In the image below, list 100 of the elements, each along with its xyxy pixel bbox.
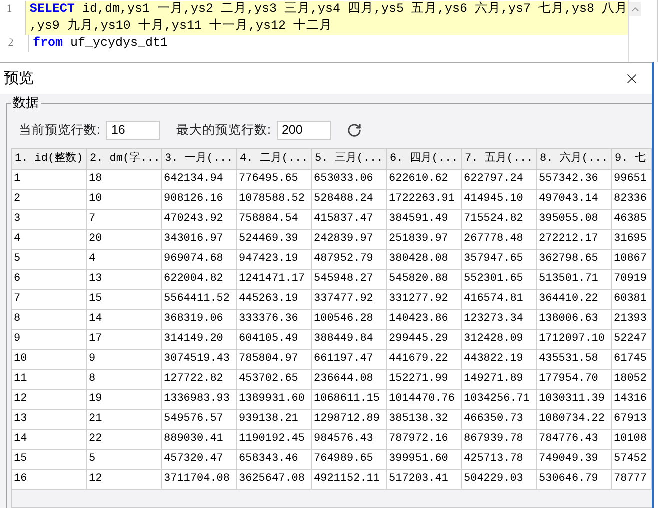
table-cell: 100546.28 (312, 310, 387, 330)
table-cell: 399951.60 (387, 450, 462, 470)
table-cell: 22 (87, 430, 162, 450)
table-cell: 453702.65 (237, 370, 312, 390)
table-cell: 14 (87, 310, 162, 330)
table-cell: 1034256.71 (462, 390, 537, 410)
table-cell: 1068611.15 (312, 390, 387, 410)
table-cell: 5564411.52 (162, 290, 237, 310)
table-cell: 661197.47 (312, 350, 387, 370)
line-number: 2 (0, 35, 29, 52)
table-cell: 20 (87, 230, 162, 250)
table-cell: 380428.08 (387, 250, 462, 270)
table-cell: 314149.20 (162, 330, 237, 350)
refresh-icon[interactable] (346, 122, 362, 138)
table-cell: 1014470.76 (387, 390, 462, 410)
table-cell: 715524.82 (462, 210, 537, 230)
table-cell: 435531.58 (537, 350, 612, 370)
field-label: 最大的预览行数: (176, 122, 271, 138)
table-cell: 362798.65 (537, 250, 612, 270)
code-line: from uf_ycydys_dt1 (32, 35, 170, 52)
table-cell: 4 (87, 250, 162, 270)
table-cell: 414945.10 (462, 190, 537, 210)
table-cell: 388449.84 (312, 330, 387, 350)
column-header[interactable]: 3. 一月(... (162, 149, 237, 170)
column-header[interactable]: 8. 六月(... (537, 149, 612, 170)
table-cell: 487952.79 (312, 250, 387, 270)
table-cell: 784776.43 (537, 430, 612, 450)
table-cell: 3625647.08 (237, 470, 312, 490)
table-cell: 5 (87, 450, 162, 470)
table-cell: 545948.27 (312, 270, 387, 290)
table-cell: 272212.17 (537, 230, 612, 250)
table-cell: 127722.82 (162, 370, 237, 390)
table-cell: 357947.65 (462, 250, 537, 270)
table-cell: 12 (87, 470, 162, 490)
table-cell: 82336 (612, 190, 652, 210)
column-header[interactable]: 6. 四月(... (387, 149, 462, 170)
table-cell: 14 (12, 430, 87, 450)
table-cell: 787972.16 (387, 430, 462, 450)
table-cell: 15 (87, 290, 162, 310)
table-cell: 524469.39 (237, 230, 312, 250)
table-cell: 18052 (612, 370, 652, 390)
table-cell: 557342.36 (537, 170, 612, 190)
table-cell: 5 (12, 250, 87, 270)
table-cell: 16 (12, 470, 87, 490)
table-cell: 1712097.10 (537, 330, 612, 350)
table-cell: 947423.19 (237, 250, 312, 270)
table-cell: 10108 (612, 430, 652, 450)
table-cell: 443822.19 (462, 350, 537, 370)
column-header[interactable]: 2. dm(字... (87, 149, 162, 170)
table-cell: 140423.86 (387, 310, 462, 330)
table-cell: 749049.39 (537, 450, 612, 470)
table-cell: 969074.68 (162, 250, 237, 270)
group-label: 数据 (12, 94, 40, 112)
table-cell: 504229.03 (462, 470, 537, 490)
table-cell: 312428.09 (462, 330, 537, 350)
column-header[interactable]: 1. id(整数) (12, 149, 87, 170)
table-cell: 415837.47 (312, 210, 387, 230)
table-cell: 785804.97 (237, 350, 312, 370)
table-cell: 15 (12, 450, 87, 470)
table-cell: 604105.49 (237, 330, 312, 350)
table-cell: 17 (87, 330, 162, 350)
table-cell: 10867 (612, 250, 652, 270)
column-header[interactable]: 4. 二月(... (237, 149, 312, 170)
column-header[interactable]: 9. 七 (612, 149, 652, 170)
table-cell: 457320.47 (162, 450, 237, 470)
table-cell: 368319.06 (162, 310, 237, 330)
table-cell: 549576.57 (162, 410, 237, 430)
table-cell: 60381 (612, 290, 652, 310)
table-cell: 1080734.22 (537, 410, 612, 430)
table-cell: 138006.63 (537, 310, 612, 330)
table-cell: 123273.34 (462, 310, 537, 330)
column-header[interactable]: 5. 三月(... (312, 149, 387, 170)
table-cell: 18 (87, 170, 162, 190)
table-cell: 242839.97 (312, 230, 387, 250)
table-cell: 441679.22 (387, 350, 462, 370)
table-cell: 13 (12, 410, 87, 430)
table-cell: 3074519.43 (162, 350, 237, 370)
table-cell: 337477.92 (312, 290, 387, 310)
table-cell: 9 (87, 350, 162, 370)
table-cell: 364410.22 (537, 290, 612, 310)
table-cell: 7 (12, 290, 87, 310)
table-cell: 1030311.39 (537, 390, 612, 410)
table-cell: 7 (87, 210, 162, 230)
table-cell: 149271.89 (462, 370, 537, 390)
table-cell: 653033.06 (312, 170, 387, 190)
table-cell: 1336983.93 (162, 390, 237, 410)
table-cell: 425713.78 (462, 450, 537, 470)
column-header[interactable]: 7. 五月(... (462, 149, 537, 170)
table-cell: 9 (12, 330, 87, 350)
table-cell: 385138.32 (387, 410, 462, 430)
table-cell: 99651 (612, 170, 652, 190)
input-field[interactable]: 200 (276, 120, 331, 140)
table-cell: 10 (87, 190, 162, 210)
table-cell: 889030.41 (162, 430, 237, 450)
input-field[interactable]: 16 (106, 120, 160, 140)
table-cell: 61745 (612, 350, 652, 370)
table-cell: 251839.97 (387, 230, 462, 250)
table-cell: 517203.41 (387, 470, 462, 490)
table-cell: 545820.88 (387, 270, 462, 290)
table-cell: 21 (87, 410, 162, 430)
